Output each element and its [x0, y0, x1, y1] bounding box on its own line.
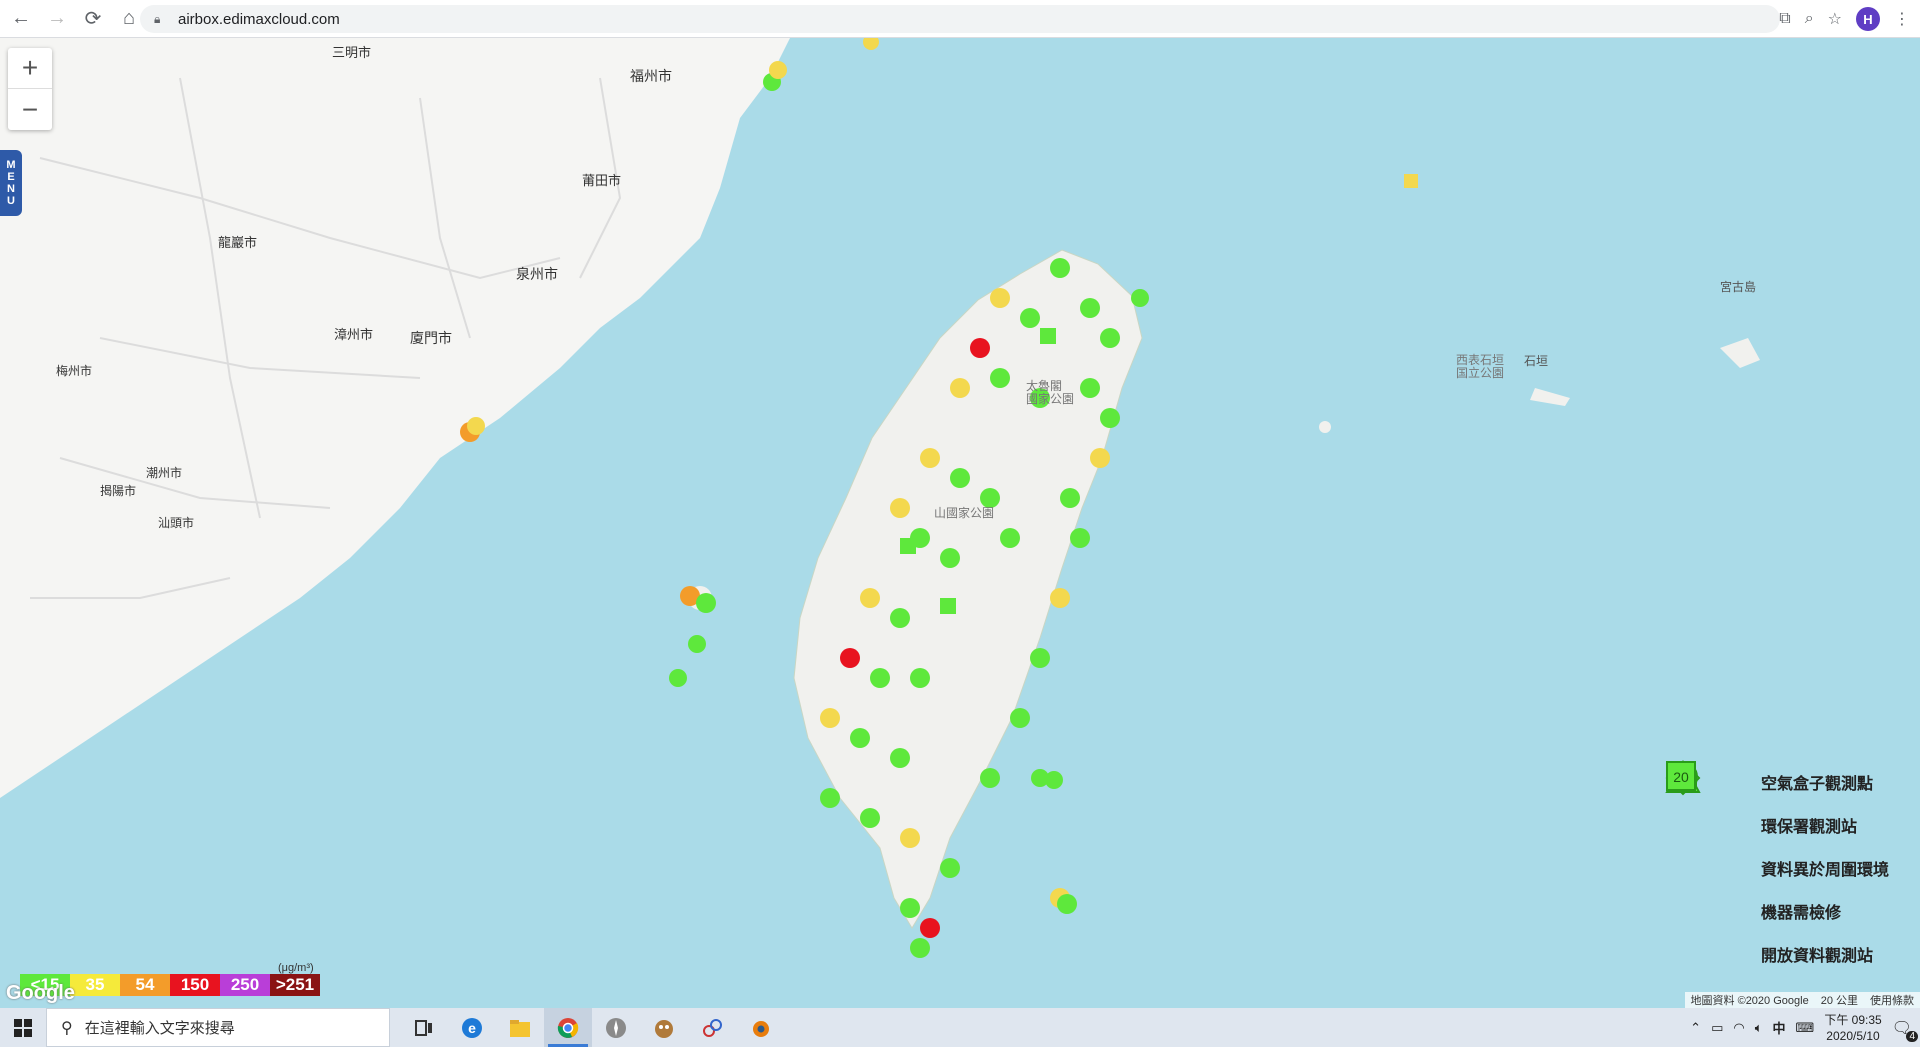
clock-date: 2020/5/10 — [1826, 1028, 1880, 1043]
scale-unit: (μg/m³) — [278, 962, 314, 974]
windows-taskbar: ⚲ 在這裡輸入文字來搜尋 e ⌃ ▭ ◠ 🔈︎ 中 ⌨ 下午 09:35 202… — [0, 1008, 1920, 1047]
animal-app-icon[interactable] — [640, 1008, 688, 1047]
house-icon — [1665, 762, 1701, 883]
place-label-fuzhou: 福州市 — [630, 68, 672, 84]
zoom-icon[interactable]: ⌕ — [1805, 10, 1814, 28]
taiwan-land — [793, 249, 1143, 929]
blender-icon[interactable] — [736, 1008, 784, 1047]
windows-logo-icon — [14, 1018, 32, 1037]
menu-tab-button[interactable]: M E N U — [0, 150, 22, 216]
place-label-iriomote: 西表石垣 国立公園 — [1456, 353, 1505, 380]
file-explorer-icon[interactable] — [496, 1008, 544, 1047]
back-icon[interactable]: ← — [6, 4, 36, 34]
place-label-meizhou: 梅州市 — [56, 364, 93, 378]
lock-icon: 🔒︎ — [154, 12, 161, 26]
notification-count: 4 — [1906, 1030, 1918, 1042]
marker-legend: 20 空氣盒子觀測點 20 環保署觀測站 20 資料異於周圍環境 20 機器需檢… — [1665, 760, 1915, 975]
place-label-xiamen: 廈門市 — [410, 330, 452, 346]
star-icon[interactable]: ☆ — [1828, 9, 1842, 29]
legend-label: 資料異於周圍環境 — [1761, 861, 1890, 879]
place-label-quanzhou: 泉州市 — [516, 266, 558, 282]
scale-bin: >251 — [270, 974, 320, 996]
volume-icon[interactable]: 🔈︎ — [1755, 1020, 1763, 1036]
translate-icon[interactable]: ⧉ — [1779, 10, 1790, 28]
more-menu-icon[interactable]: ⋮ — [1894, 9, 1910, 29]
taskbar-apps: e — [400, 1008, 784, 1047]
map-terms-link[interactable]: 使用條款 — [1870, 992, 1914, 1008]
place-label-yushan: 山國家公園 — [934, 506, 995, 520]
map-attribution[interactable]: 地圖資料 ©2020 Google — [1691, 992, 1809, 1008]
battery-icon[interactable]: ▭ — [1711, 1020, 1723, 1036]
google-logo: Google — [6, 982, 75, 1004]
place-label-sanming: 三明市 — [332, 45, 372, 60]
traffic-cone-icon — [1665, 762, 1701, 926]
place-label-putian: 莆田市 — [582, 173, 622, 188]
miyako-land — [1720, 338, 1760, 368]
legend-label: 開放資料觀測站 — [1761, 947, 1874, 965]
taskbar-clock[interactable]: 下午 09:35 2020/5/10 — [1824, 1012, 1881, 1044]
legend-label: 環保署觀測站 — [1761, 818, 1858, 836]
browser-toolbar: ← → ⟳ ⌂ 🔒︎ airbox.edimaxcloud.com ⧉ ⌕ ☆ … — [0, 0, 1920, 38]
task-view-icon[interactable] — [400, 1008, 448, 1047]
edge-icon[interactable]: e — [448, 1008, 496, 1047]
legend-row-airbox: 20 空氣盒子觀測點 — [1665, 760, 1915, 803]
address-bar[interactable]: 🔒︎ airbox.edimaxcloud.com — [140, 5, 1780, 33]
notification-center-icon[interactable]: 🗨︎ 4 — [1892, 1018, 1918, 1042]
ime-indicator[interactable]: 中 — [1773, 1018, 1786, 1037]
zoom-in-button[interactable]: + — [8, 48, 52, 89]
scale-bin: 250 — [220, 974, 270, 996]
scale-bin: 150 — [170, 974, 220, 996]
windows-start-button[interactable] — [0, 1008, 46, 1047]
search-icon: ⚲ — [61, 1019, 73, 1037]
zoom-out-button[interactable]: − — [8, 89, 52, 130]
url-text: airbox.edimaxcloud.com — [178, 10, 340, 28]
forward-icon[interactable]: → — [42, 4, 72, 34]
keyboard-icon[interactable]: ⌨ — [1796, 1020, 1815, 1036]
scale-bin: 35 — [70, 974, 120, 996]
scale-bin: 54 — [120, 974, 170, 996]
search-placeholder: 在這裡輸入文字來搜尋 — [84, 1020, 235, 1037]
place-label-ishigaki: 石垣 — [1524, 354, 1549, 368]
chrome-icon[interactable] — [544, 1008, 592, 1047]
compass-app-icon[interactable] — [592, 1008, 640, 1047]
svg-text:20: 20 — [1673, 769, 1689, 785]
map-canvas[interactable]: 三明市 福州市 莆田市 龍巖市 泉州市 漳州市 廈門市 梅州市 潮州市 揭陽市 … — [0, 38, 1920, 1008]
map-footer: 地圖資料 ©2020 Google 20 公里 使用條款 — [1684, 992, 1920, 1008]
zoom-control: + − — [8, 48, 52, 130]
chevron-up-icon[interactable]: ⌃ — [1690, 1020, 1701, 1036]
government-building-icon — [1665, 762, 1701, 840]
snipping-app-icon[interactable] — [688, 1008, 736, 1047]
reload-icon[interactable]: ⟳ — [78, 4, 108, 34]
clock-time: 下午 09:35 — [1824, 1012, 1882, 1027]
legend-row-epa: 20 環保署觀測站 — [1665, 760, 1915, 846]
legend-row-anomaly: 20 資料異於周圍環境 — [1665, 761, 1915, 889]
place-label-chaozhou: 潮州市 — [146, 466, 183, 480]
map-svg — [0, 38, 1760, 958]
taskbar-search-box[interactable]: ⚲ 在這裡輸入文字來搜尋 — [46, 1008, 390, 1047]
profile-avatar[interactable]: H — [1856, 7, 1880, 31]
svg-text:e: e — [468, 1020, 476, 1036]
place-label-zhangzhou: 漳州市 — [334, 327, 374, 342]
legend-row-maintenance: 20 機器需檢修 — [1665, 760, 1915, 932]
legend-row-opendata: 20 開放資料觀測站 — [1665, 761, 1915, 975]
place-label-longyan: 龍巖市 — [218, 235, 258, 250]
place-label-jieyang: 揭陽市 — [100, 484, 137, 498]
legend-label: 空氣盒子觀測點 — [1761, 775, 1874, 793]
place-label-taroko: 太魯閣 國家公園 — [1026, 379, 1075, 406]
place-label-miyako: 宮古島 — [1720, 280, 1757, 294]
place-label-shantou: 汕頭市 — [158, 516, 195, 530]
wifi-icon[interactable]: ◠ — [1733, 1020, 1744, 1036]
ishigaki-land — [1530, 388, 1570, 406]
legend-label: 機器需檢修 — [1761, 904, 1842, 922]
system-tray: ⌃ ▭ ◠ 🔈︎ 中 ⌨ 下午 09:35 2020/5/10 🗨︎ 4 — [1690, 1008, 1920, 1047]
factory-icon — [1665, 765, 1701, 969]
browser-actions: ⧉ ⌕ ☆ H ⋮ — [1779, 5, 1910, 33]
map-scale-distance: 20 公里 — [1820, 995, 1858, 1007]
